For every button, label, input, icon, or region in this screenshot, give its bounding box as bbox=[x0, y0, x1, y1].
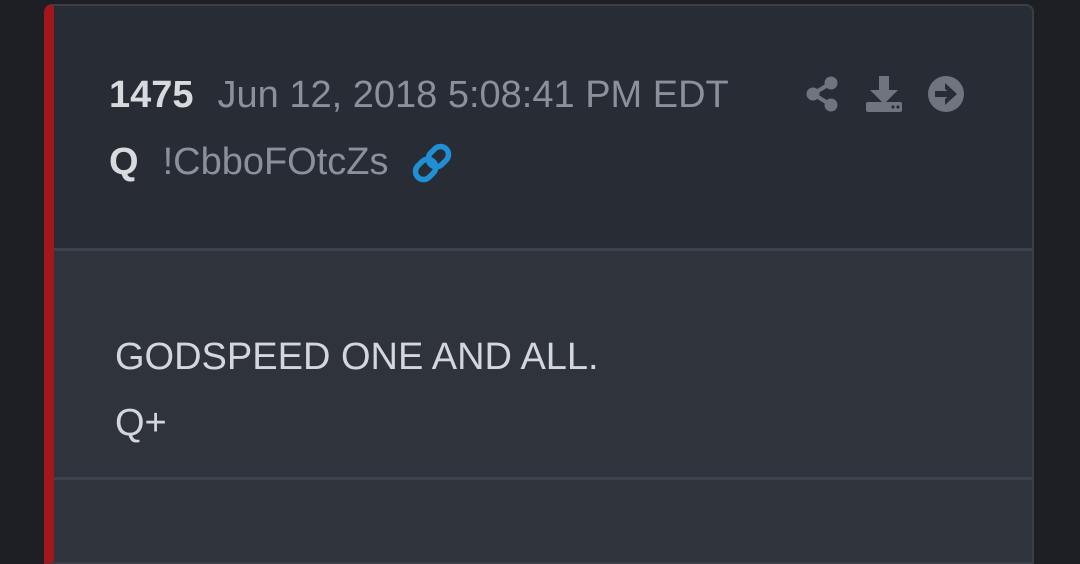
post-footer bbox=[54, 480, 1032, 562]
post-meta: 1475 Jun 12, 2018 5:08:41 PM EDT bbox=[109, 74, 729, 117]
author-name: Q bbox=[109, 141, 139, 183]
arrow-right-circle-icon[interactable] bbox=[926, 74, 966, 114]
post-date: Jun 12, 2018 5:08:41 PM EDT bbox=[217, 74, 729, 116]
post-number: 1475 bbox=[109, 74, 194, 116]
author-row: Q !CbboFOtcZs bbox=[109, 141, 453, 184]
post-actions bbox=[802, 74, 988, 114]
link-icon[interactable] bbox=[411, 142, 453, 184]
post-text-line: Q+ bbox=[115, 402, 167, 444]
download-icon[interactable] bbox=[864, 74, 904, 114]
share-icon[interactable] bbox=[802, 74, 842, 114]
tripcode: !CbboFOtcZs bbox=[162, 141, 389, 183]
post-text: GODSPEED ONE AND ALL. Q+ bbox=[115, 324, 599, 456]
post-header bbox=[54, 6, 1032, 248]
post-card: 1475 Jun 12, 2018 5:08:41 PM EDT Q !Cbbo… bbox=[44, 4, 1034, 564]
post-text-line: GODSPEED ONE AND ALL. bbox=[115, 336, 599, 378]
